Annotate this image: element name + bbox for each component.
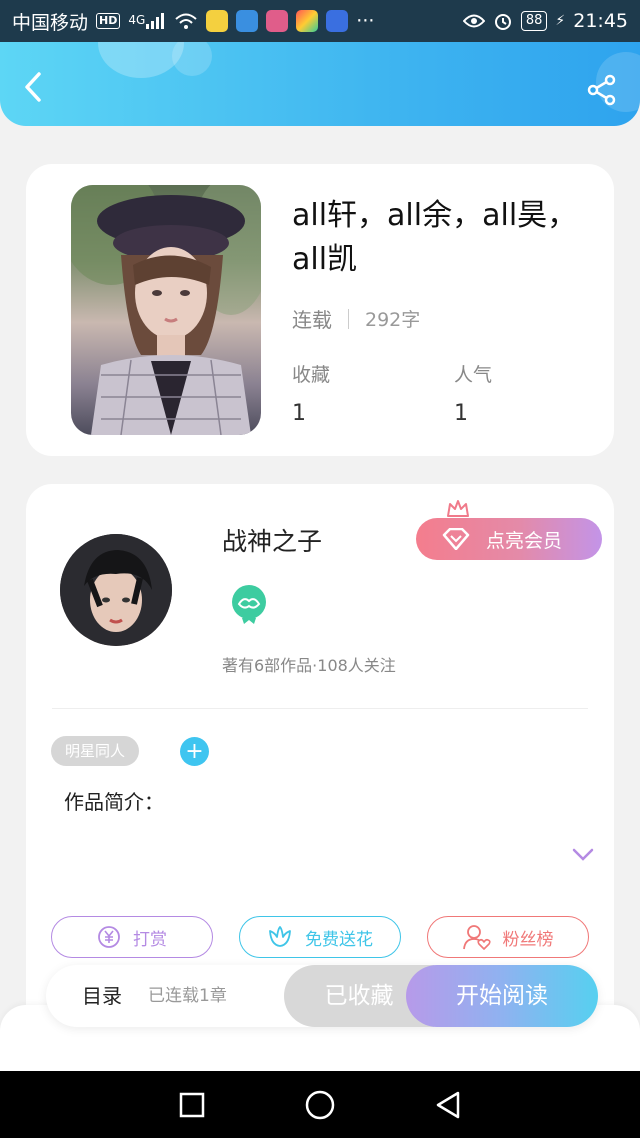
status-divider: [348, 308, 349, 329]
app-icon-4: [296, 10, 319, 32]
popularity-label: 人气: [454, 364, 493, 386]
crown-icon: [447, 500, 469, 517]
back-nav-icon[interactable]: [434, 1090, 462, 1120]
author-card: 战神之子 点亮会员 著有6部作品·108人关注 明星同人 + 作品简介： 打赏 …: [26, 484, 614, 1044]
add-tag-button[interactable]: +: [180, 737, 209, 766]
diamond-icon: [442, 528, 470, 550]
start-reading-button[interactable]: 开始阅读: [406, 965, 598, 1027]
share-icon: [587, 74, 616, 106]
popularity-value: 1: [454, 401, 468, 426]
tip-button[interactable]: 打赏: [51, 916, 213, 958]
status-bar: 中国移动 HD 4G ··· 88 ⚡ 21:45: [0, 0, 640, 42]
header-decoration-bubble: [172, 42, 212, 76]
recent-apps-icon[interactable]: [178, 1091, 206, 1119]
user-heart-icon: [462, 925, 491, 950]
free-flower-label: 免费送花: [305, 929, 373, 950]
alarm-icon: [494, 14, 511, 30]
vip-activate-button[interactable]: 点亮会员: [416, 518, 602, 560]
table-of-contents-button[interactable]: 目录: [82, 965, 122, 1027]
eye-icon: [462, 14, 485, 28]
favorites-stat: 收藏 1: [292, 360, 330, 426]
author-badge-icon[interactable]: [230, 584, 268, 626]
header-decoration-bubble: [98, 42, 184, 78]
tip-label: 打赏: [133, 929, 167, 950]
hd-badge: HD: [96, 13, 121, 29]
more-notifications: ···: [356, 10, 375, 32]
yen-icon: [98, 926, 120, 948]
word-count: 292字: [365, 309, 421, 331]
battery-icon: 88: [520, 11, 548, 31]
top-header: [0, 42, 640, 126]
fans-ranking-label: 粉丝榜: [502, 929, 554, 950]
music-app-icon: [266, 10, 289, 32]
author-avatar[interactable]: [60, 534, 172, 646]
favorites-label: 收藏: [292, 364, 331, 386]
author-name: 战神之子: [222, 527, 323, 556]
bottom-action-bar: 目录 已连载1章 已收藏 开始阅读: [46, 965, 598, 1027]
author-works-followers: 著有6部作品·108人关注: [222, 656, 396, 675]
back-button[interactable]: [18, 70, 48, 104]
charging-icon: ⚡: [555, 13, 566, 29]
vip-button-label: 点亮会员: [486, 529, 563, 552]
book-title: all轩，all余，all昊，all凯: [292, 198, 578, 277]
app-icon-2: [236, 10, 259, 32]
serial-status: 连载: [292, 308, 332, 332]
signal-label: 4G: [128, 13, 146, 27]
free-flower-button[interactable]: 免费送花: [239, 916, 401, 958]
carrier-label: 中国移动: [12, 11, 89, 34]
chevron-down-icon[interactable]: [572, 848, 594, 862]
clock: 21:45: [573, 10, 628, 32]
chevron-left-icon: [25, 72, 41, 102]
book-cover-image[interactable]: [71, 185, 261, 435]
system-nav-bar: [0, 1071, 640, 1138]
avatar-portrait-illustration: [60, 534, 172, 646]
favorites-value: 1: [292, 401, 306, 426]
book-info-card: all轩，all余，all昊，all凯 连载 292字 收藏 1 人气 1: [26, 164, 614, 456]
cover-portrait-illustration: [71, 185, 261, 435]
book-status-row: 连载 292字: [292, 304, 420, 333]
tag-chip[interactable]: 明星同人: [51, 736, 140, 766]
home-icon[interactable]: [304, 1089, 336, 1121]
app-icon-1: [206, 10, 229, 32]
baidu-app-icon: [326, 10, 349, 32]
wifi-icon: [175, 13, 197, 29]
signal-icon: 4G: [128, 13, 166, 29]
intro-label: 作品简介：: [64, 790, 164, 814]
flower-icon: [269, 926, 291, 947]
fans-ranking-button[interactable]: 粉丝榜: [427, 916, 589, 958]
chapter-progress: 已连载1章: [148, 986, 227, 1006]
vip-section: 点亮会员: [416, 498, 602, 562]
section-divider: [52, 708, 588, 709]
share-button[interactable]: [586, 74, 620, 108]
popularity-stat: 人气 1: [454, 360, 492, 426]
